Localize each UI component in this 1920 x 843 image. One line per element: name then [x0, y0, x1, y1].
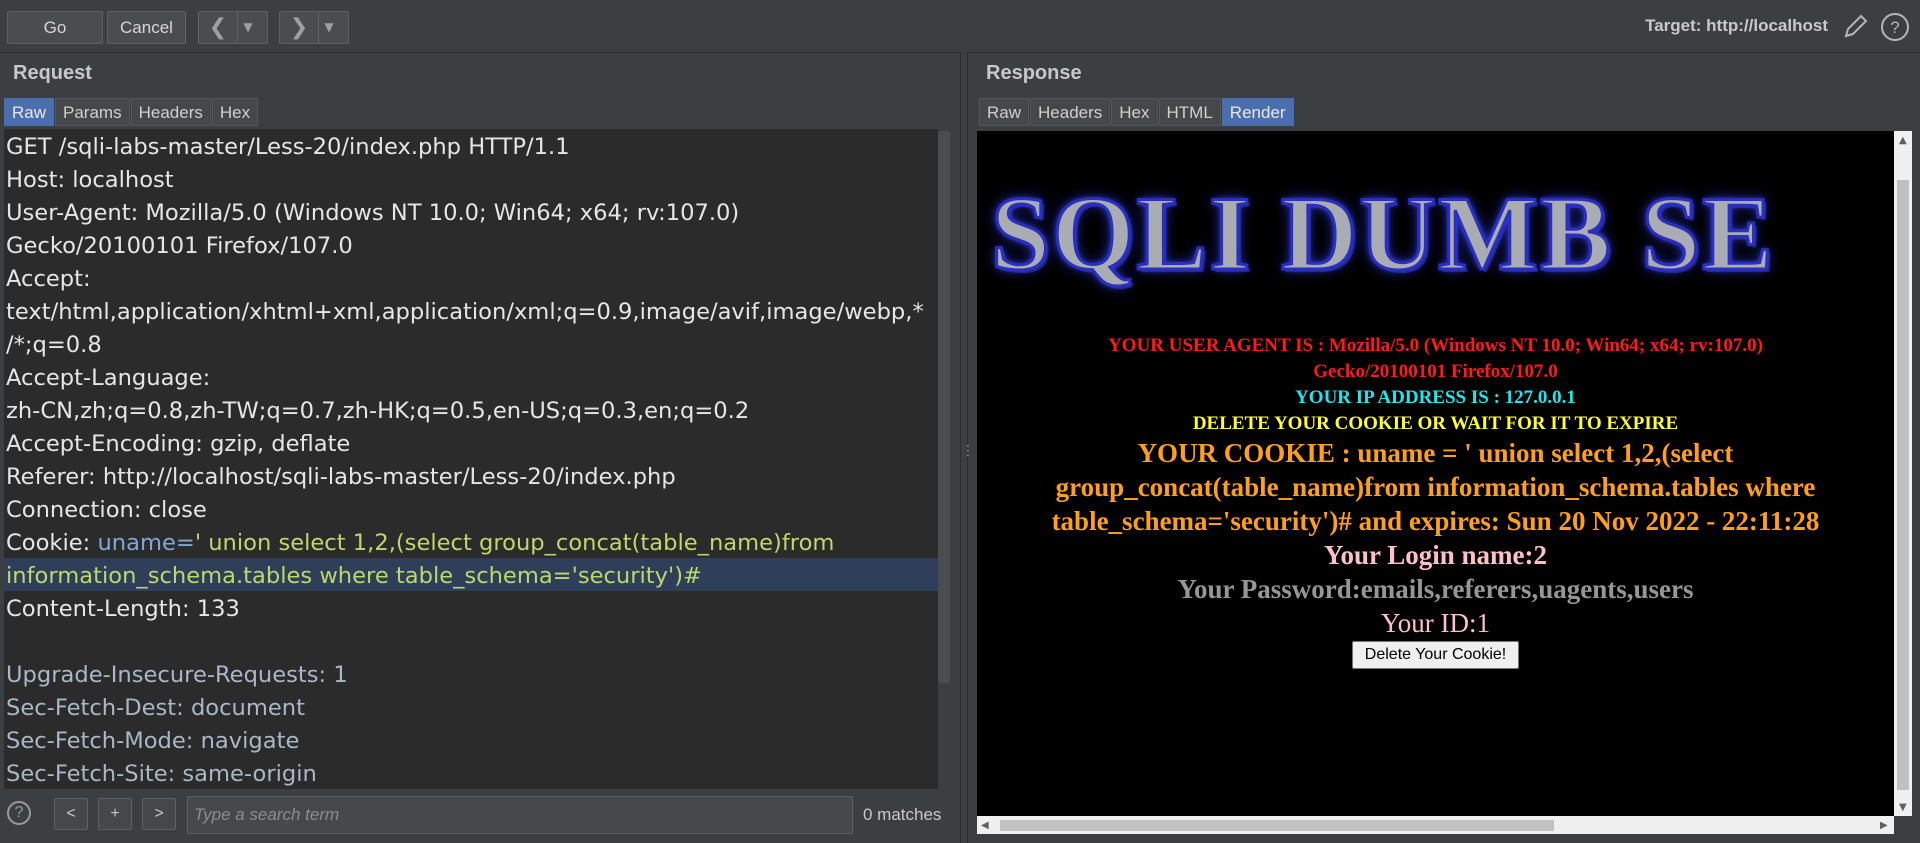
- cookie-line-2: group_concat(table_name)from information…: [1055, 472, 1816, 502]
- tab-headers[interactable]: Headers: [1030, 98, 1111, 126]
- cookie-line-1: YOUR COOKIE : uname = ' union select 1,2…: [1137, 438, 1734, 468]
- chevron-right-icon: ❯: [289, 15, 309, 40]
- target-label: Target: http://localhost: [1645, 16, 1828, 35]
- forward-dropdown-icon[interactable]: ▼: [318, 12, 339, 43]
- scroll-right-icon[interactable]: ▶: [1880, 820, 1888, 831]
- search-help-icon[interactable]: ?: [7, 801, 31, 825]
- header-accept-value-cont: /*;q=0.8: [6, 332, 102, 358]
- tab-hex[interactable]: Hex: [1111, 98, 1158, 126]
- tab-raw[interactable]: Raw: [4, 98, 55, 126]
- header-referer: Referer: http://localhost/sqli-labs-mast…: [6, 464, 676, 490]
- header-accept: Accept:: [6, 266, 91, 292]
- tab-params[interactable]: Params: [55, 98, 130, 126]
- svg-text:?: ?: [1890, 18, 1899, 37]
- request-tabs: Raw Params Headers Hex: [4, 98, 259, 128]
- login-name-line: Your Login name:2: [1323, 540, 1548, 570]
- header-upgrade-insecure: Upgrade-Insecure-Requests: 1: [6, 662, 348, 688]
- request-title: Request: [13, 62, 92, 84]
- toolbar: Go Cancel ❮ ▼ ❯ ▼ Target: http://localho…: [0, 0, 1920, 53]
- user-agent-line-1: YOUR USER AGENT IS : Mozilla/5.0 (Window…: [1108, 335, 1763, 356]
- header-host: Host: localhost: [6, 167, 174, 193]
- tab-html[interactable]: HTML: [1158, 98, 1221, 126]
- header-accept-encoding: Accept-Encoding: gzip, deflate: [6, 431, 351, 457]
- ip-address-line: YOUR IP ADDRESS IS : 127.0.0.1: [1295, 387, 1576, 408]
- tab-raw[interactable]: Raw: [979, 98, 1030, 126]
- delete-cookie-notice: DELETE YOUR COOKIE OR WAIT FOR IT TO EXP…: [1192, 413, 1679, 434]
- header-accept-value: text/html,application/xhtml+xml,applicat…: [6, 299, 924, 325]
- header-sec-fetch-site: Sec-Fetch-Site: same-origin: [6, 761, 317, 787]
- search-next-button[interactable]: >: [142, 798, 176, 830]
- header-content-length: Content-Length: 133: [6, 596, 240, 622]
- search-prev-button[interactable]: <: [54, 798, 88, 830]
- go-button[interactable]: Go: [7, 11, 103, 44]
- cookie-param-value: ' union select 1,2,(select group_concat(…: [194, 530, 835, 556]
- id-line: Your ID:1: [1380, 608, 1491, 638]
- scroll-left-icon[interactable]: ◀: [981, 820, 989, 831]
- response-tabs: Raw Headers Hex HTML Render: [979, 98, 1295, 128]
- header-sec-fetch-dest: Sec-Fetch-Dest: document: [6, 695, 305, 721]
- request-editor[interactable]: GET /sqli-labs-master/Less-20/index.php …: [4, 129, 938, 789]
- request-line: GET /sqli-labs-master/Less-20/index.php …: [6, 134, 570, 160]
- header-cookie: Cookie: uname=' union select 1,2,(select…: [6, 527, 834, 560]
- cancel-button[interactable]: Cancel: [107, 11, 186, 44]
- sqli-logo: SQLI DUMB SE: [990, 174, 1775, 294]
- pencil-icon[interactable]: [1840, 12, 1870, 42]
- response-horizontal-scroll-thumb[interactable]: [1000, 820, 1554, 831]
- tab-render[interactable]: Render: [1221, 98, 1294, 126]
- splitter-grip-icon[interactable]: ⋮: [961, 443, 975, 459]
- header-user-agent: User-Agent: Mozilla/5.0 (Windows NT 10.0…: [6, 200, 740, 226]
- delete-cookie-button[interactable]: Delete Your Cookie!: [1352, 641, 1519, 669]
- response-title: Response: [986, 62, 1082, 84]
- tab-headers[interactable]: Headers: [130, 98, 211, 126]
- cookie-param-value-cont: information_schema.tables where table_sc…: [6, 563, 702, 589]
- header-user-agent-cont: Gecko/20100101 Firefox/107.0: [6, 233, 353, 259]
- forward-button[interactable]: ❯ ▼: [279, 11, 349, 44]
- scroll-down-icon[interactable]: ▼: [1899, 802, 1907, 813]
- tab-hex[interactable]: Hex: [211, 98, 259, 126]
- back-dropdown-icon[interactable]: ▼: [237, 12, 258, 43]
- header-sec-fetch-mode: Sec-Fetch-Mode: navigate: [6, 728, 300, 754]
- help-icon[interactable]: ?: [1880, 12, 1910, 42]
- chevron-left-icon: ❮: [208, 15, 228, 40]
- password-line: Your Password:emails,referers,uagents,us…: [1177, 574, 1694, 604]
- cookie-header-name: Cookie:: [6, 530, 98, 556]
- search-input[interactable]: Type a search term: [187, 796, 853, 834]
- user-agent-line-2: Gecko/20100101 Firefox/107.0: [1313, 361, 1558, 382]
- cookie-line-3: table_schema='security')# and expires: S…: [1051, 506, 1820, 536]
- response-render-view: SQLI DUMB SE YOUR USER AGENT IS : Mozill…: [977, 131, 1894, 816]
- scroll-up-icon[interactable]: ▲: [1899, 135, 1907, 146]
- header-connection: Connection: close: [6, 497, 207, 523]
- search-add-button[interactable]: +: [98, 798, 132, 830]
- header-accept-language-value: zh-CN,zh;q=0.8,zh-TW;q=0.7,zh-HK;q=0.5,e…: [6, 398, 750, 424]
- request-scrollbar[interactable]: [938, 131, 950, 683]
- cookie-param-name: uname=: [97, 530, 195, 556]
- header-accept-language: Accept-Language:: [6, 365, 211, 391]
- back-button[interactable]: ❮ ▼: [198, 11, 268, 44]
- search-matches: 0 matches: [863, 805, 942, 824]
- response-vertical-scroll-thumb[interactable]: [1897, 180, 1909, 790]
